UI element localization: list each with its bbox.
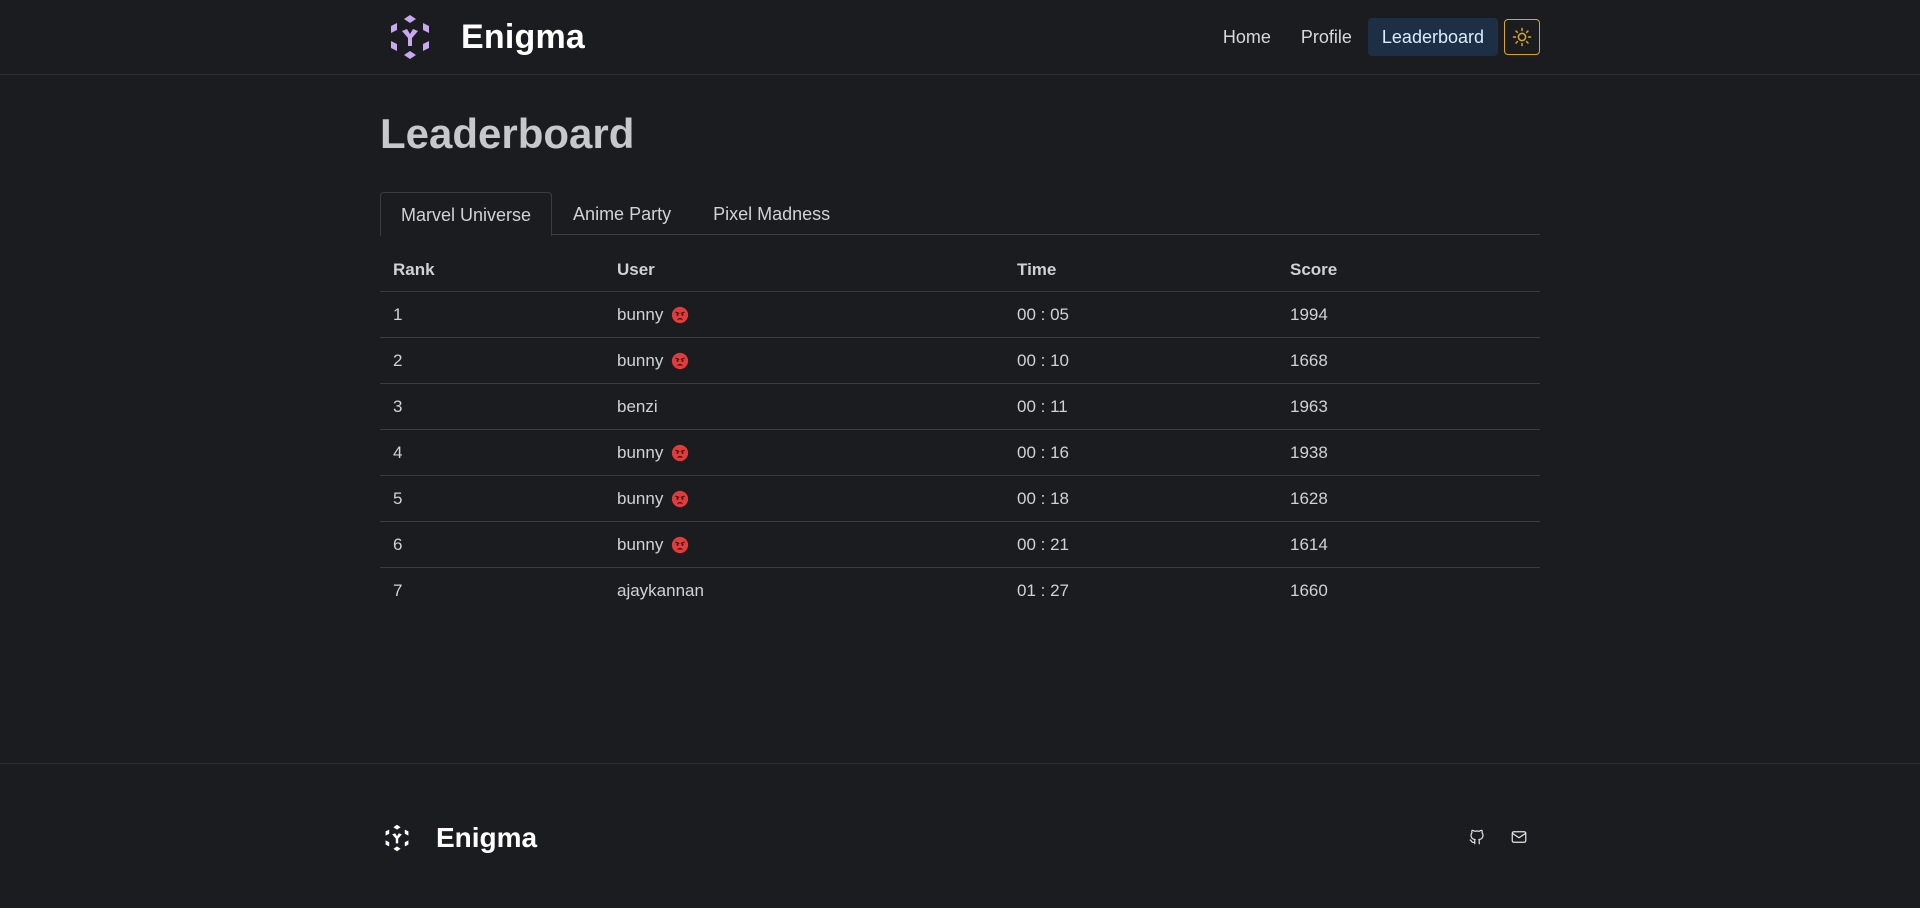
table-row: 6 bunny 00 : 21 1614 xyxy=(380,522,1540,568)
time-cell: 00 : 11 xyxy=(1017,396,1068,416)
score-cell: 1614 xyxy=(1290,534,1328,554)
column-header-score: Score xyxy=(1290,259,1338,279)
score-cell: 1994 xyxy=(1290,304,1328,324)
table-row: 5 bunny 00 : 18 1628 xyxy=(380,476,1540,522)
table-row: 2 bunny 00 : 10 1668 xyxy=(380,338,1540,384)
rank-cell: 7 xyxy=(393,581,403,600)
email-link[interactable] xyxy=(1508,826,1530,848)
username: benzi xyxy=(617,396,658,416)
score-cell: 1963 xyxy=(1290,396,1328,416)
rank-cell: 3 xyxy=(393,396,403,416)
footer-links xyxy=(1466,826,1550,848)
nav-home[interactable]: Home xyxy=(1209,18,1285,56)
angry-face-emoji xyxy=(672,352,689,369)
brand[interactable]: Enigma xyxy=(385,12,585,62)
theme-toggle-button[interactable] xyxy=(1504,19,1540,55)
user-cell: bunny xyxy=(617,305,1017,325)
score-cell: 1668 xyxy=(1290,350,1328,370)
column-header-user: User xyxy=(617,259,655,279)
angry-face-emoji xyxy=(672,536,689,553)
sun-icon xyxy=(1512,27,1532,47)
rank-cell: 4 xyxy=(393,442,403,462)
time-cell: 00 : 21 xyxy=(1017,534,1069,554)
user-cell: benzi xyxy=(617,397,1017,417)
github-link[interactable] xyxy=(1466,826,1488,848)
rank-cell: 1 xyxy=(393,304,403,324)
github-icon xyxy=(1469,829,1484,845)
username: ajaykannan xyxy=(617,581,704,600)
nav-leaderboard[interactable]: Leaderboard xyxy=(1367,18,1498,56)
footer-brand[interactable]: Enigma xyxy=(382,822,537,854)
tab-anime-party[interactable]: Anime Party xyxy=(552,191,692,235)
rank-cell: 6 xyxy=(393,534,403,554)
rank-cell: 5 xyxy=(393,488,403,508)
mail-icon xyxy=(1511,831,1527,843)
tab-pixel-madness[interactable]: Pixel Madness xyxy=(692,191,851,235)
column-header-time: Time xyxy=(1017,259,1057,279)
enigma-logo-icon xyxy=(385,824,409,852)
footer-brand-name: Enigma xyxy=(436,822,538,853)
user-cell: bunny xyxy=(617,443,1017,463)
rank-cell: 2 xyxy=(393,350,403,370)
user-cell: bunny xyxy=(617,535,1017,555)
username: bunny xyxy=(617,350,664,370)
user-cell: ajaykannan xyxy=(617,581,1017,601)
table-row: 7 ajaykannan 01 : 27 1660 xyxy=(380,568,1540,614)
enigma-logo-icon xyxy=(391,15,429,59)
table-row: 4 bunny 00 : 16 1938 xyxy=(380,430,1540,476)
footer: Enigma xyxy=(0,763,1920,908)
time-cell: 00 : 18 xyxy=(1017,488,1069,508)
username: bunny xyxy=(617,304,664,324)
table-header-row: Rank User Time Score xyxy=(380,248,1540,292)
score-cell: 1660 xyxy=(1290,581,1328,600)
angry-face-emoji xyxy=(672,306,689,323)
user-cell: bunny xyxy=(617,351,1017,371)
angry-face-emoji xyxy=(672,444,689,461)
column-header-rank: Rank xyxy=(393,259,435,279)
username: bunny xyxy=(617,534,664,554)
table-body: 1 bunny 00 : 05 1994 2 bunny 00 : 10 166… xyxy=(380,292,1540,614)
table-row: 3 benzi 00 : 11 1963 xyxy=(380,384,1540,430)
time-cell: 00 : 05 xyxy=(1017,304,1069,324)
time-cell: 01 : 27 xyxy=(1017,581,1069,600)
main-nav: Home Profile Leaderboard xyxy=(1207,18,1540,56)
username: bunny xyxy=(617,488,664,508)
user-cell: bunny xyxy=(617,489,1017,509)
leaderboard-table: Rank User Time Score 1 bunny 00 : 05 199… xyxy=(380,248,1540,614)
page-title: Leaderboard xyxy=(380,110,635,157)
top-navbar: Enigma Home Profile Leaderboard xyxy=(0,0,1920,75)
tab-marvel-universe[interactable]: Marvel Universe xyxy=(380,192,553,236)
time-cell: 00 : 16 xyxy=(1017,442,1069,462)
angry-face-emoji xyxy=(672,490,689,507)
category-tabs: Marvel Universe Anime Party Pixel Madnes… xyxy=(380,191,1540,236)
table-row: 1 bunny 00 : 05 1994 xyxy=(380,292,1540,338)
score-cell: 1938 xyxy=(1290,442,1328,462)
brand-name: Enigma xyxy=(461,17,586,56)
score-cell: 1628 xyxy=(1290,488,1328,508)
username: bunny xyxy=(617,442,664,462)
time-cell: 00 : 10 xyxy=(1017,350,1069,370)
nav-profile[interactable]: Profile xyxy=(1287,18,1366,56)
